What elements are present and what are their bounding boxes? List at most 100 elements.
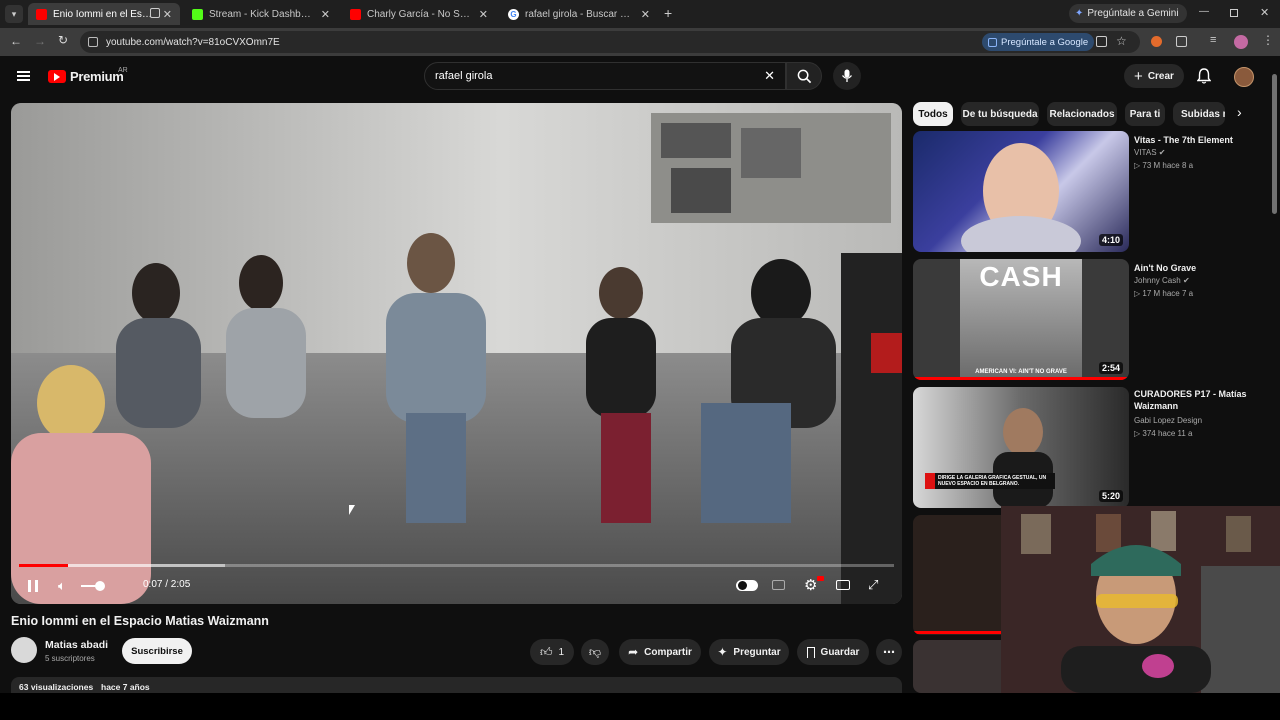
recommendation-thumbnail[interactable]: 4:10 [913,131,1129,252]
voice-search-button[interactable] [833,62,861,90]
recommendation-thumbnail[interactable]: CASH AMERICAN VI: AIN'T NO GRAVE 2:54 [913,259,1129,380]
recommendation-title[interactable]: CURADORES P17 - Matías Waizmann [1134,388,1274,412]
close-tab-icon[interactable]: ✕ [479,8,488,21]
chips-next-icon[interactable]: › [1237,104,1242,120]
duration-badge: 5:20 [1098,490,1123,502]
reading-list-icon[interactable]: ≡ [1210,34,1216,46]
fullscreen-icon[interactable]: ⤢ [868,577,878,593]
channel-label: Johnny Cash [1134,276,1181,285]
back-icon[interactable]: ← [10,34,22,48]
dislike-button[interactable]: 👎︎ [581,639,609,665]
sparkle-icon: ✦ [717,645,728,659]
autoplay-toggle[interactable] [736,580,758,591]
notifications-bell-icon[interactable] [1196,68,1212,89]
theater-mode-icon[interactable] [836,580,850,590]
ask-button[interactable]: ✦ Preguntar [709,639,789,665]
recommendation-title[interactable]: Vitas - The 7th Element [1134,134,1274,146]
thumbnail-image [961,143,1081,252]
page-scrollbar[interactable] [1272,74,1277,214]
like-button[interactable]: 👍︎ 1 [530,639,574,665]
volume-slider[interactable] [81,581,105,591]
create-button[interactable]: + Crear [1124,64,1184,88]
chip-related[interactable]: Relacionados [1047,102,1117,126]
meta-label: 17 M hace 7 a [1142,289,1194,298]
browser-toolbar: ← → ↻ youtube.com/watch?v=81oCVXOmn7E Pr… [0,28,1280,56]
view-count: 63 visualizaciones [19,682,94,692]
channel-avatar[interactable] [11,637,37,663]
played-bar [19,564,68,567]
tab-search-button[interactable]: ▾ [5,5,23,23]
subtitles-icon[interactable] [772,580,785,590]
search-input[interactable]: rafael girola ✕ [424,62,786,90]
progress-bar[interactable] [19,564,894,567]
verified-icon: ✔ [1158,148,1166,157]
youtube-logo[interactable]: Premium [48,69,124,84]
search-button[interactable] [786,62,822,90]
recommendation-thumbnail[interactable]: DIRIGE LA GALERIA GRAFICA GESTUAL, UN NU… [913,387,1129,508]
region-code: AR [118,67,128,74]
browser-tab-0[interactable]: Enio Iommi en el Espacio M ✕ [28,3,180,25]
account-avatar[interactable] [1234,67,1254,87]
verified-icon: ✔ [1182,276,1190,285]
ask-google-label: Pregúntale a Google [1001,36,1089,48]
chip-recent-uploads[interactable]: Subidas re [1173,102,1225,126]
chip-all[interactable]: Todos [913,102,953,126]
site-info-icon[interactable] [88,37,98,47]
create-label: Crear [1147,70,1174,82]
more-actions-icon[interactable]: ⋯ [876,639,902,665]
thumbnail-subtext: AMERICAN VI: AIN'T NO GRAVE [975,369,1067,375]
close-tab-icon[interactable]: ✕ [163,8,172,21]
search-query: rafael girola [435,70,493,82]
ask-google-button[interactable]: Pregúntale a Google [982,33,1095,51]
hamburger-menu-icon[interactable] [17,71,30,81]
mouse-cursor-icon [349,505,355,515]
like-count: 1 [558,646,565,658]
bookmark-star-icon[interactable]: ☆ [1116,34,1127,48]
description-box[interactable]: 63 visualizaciones hace 7 años [11,677,902,693]
volume-icon[interactable]: 🔈︎ [58,578,66,594]
subscribe-button[interactable]: Suscribirse [122,638,192,664]
clear-search-icon[interactable]: ✕ [764,68,775,84]
recommendation-meta: ▷ 17 M hace 7 a [1134,289,1194,298]
video-player[interactable]: 🔈︎ 0:07 / 2:05 ⚙ ⤢ [11,103,902,604]
time-display: 0:07 / 2:05 [143,579,191,590]
channel-name[interactable]: Matias abadi [45,639,108,651]
address-bar[interactable]: youtube.com/watch?v=81oCVXOmn7E Pregúnta… [80,31,1140,53]
minimize-icon[interactable]: — [1199,6,1209,17]
browser-tab-3[interactable]: G rafael girola - Buscar con Goog ✕ [500,3,658,25]
logo-text: Premium [70,69,124,84]
extensions-puzzle-icon[interactable] [1176,36,1187,47]
extension-icon[interactable] [1151,36,1162,47]
profile-avatar[interactable] [1234,35,1248,49]
tab-label: Stream - Kick Dashboard [209,8,315,20]
pause-icon[interactable] [28,580,38,592]
duration-badge: 4:10 [1098,234,1123,246]
recommendation-title[interactable]: Ain't No Grave [1134,262,1274,274]
google-favicon-icon: G [508,8,519,20]
close-tab-icon[interactable]: ✕ [321,8,330,21]
chip-for-you[interactable]: Para ti [1125,102,1165,126]
close-window-icon[interactable]: ✕ [1260,6,1269,19]
share-label: Compartir [644,646,692,658]
install-app-icon[interactable] [1096,36,1107,47]
chip-from-search[interactable]: De tu búsqueda [961,102,1039,126]
chrome-menu-icon[interactable]: ⋮ [1262,33,1274,47]
gemini-button[interactable]: ✦ Pregúntale a Gemini [1069,4,1187,23]
browser-tab-1[interactable]: Stream - Kick Dashboard ✕ [184,3,338,25]
watch-progress-bar [913,377,1129,380]
forward-icon[interactable]: → [34,34,46,48]
save-button[interactable]: Guardar [797,639,869,665]
settings-gear-icon[interactable]: ⚙ [804,576,817,594]
new-tab-icon[interactable]: + [664,5,672,21]
browser-tab-2[interactable]: Charly García - No Soy Un Extr ✕ [342,3,496,25]
youtube-play-logo-icon [48,70,66,83]
share-arrow-icon: ➦ [628,645,639,659]
share-button[interactable]: ➦ Compartir [619,639,701,665]
reload-icon[interactable]: ↻ [58,33,68,47]
duration-badge: 2:54 [1098,362,1123,374]
channel-label: VITAS [1134,148,1157,157]
youtube-favicon-icon [350,8,361,20]
close-tab-icon[interactable]: ✕ [641,8,650,21]
restore-icon[interactable] [1230,9,1238,17]
volume-knob[interactable] [95,581,105,591]
